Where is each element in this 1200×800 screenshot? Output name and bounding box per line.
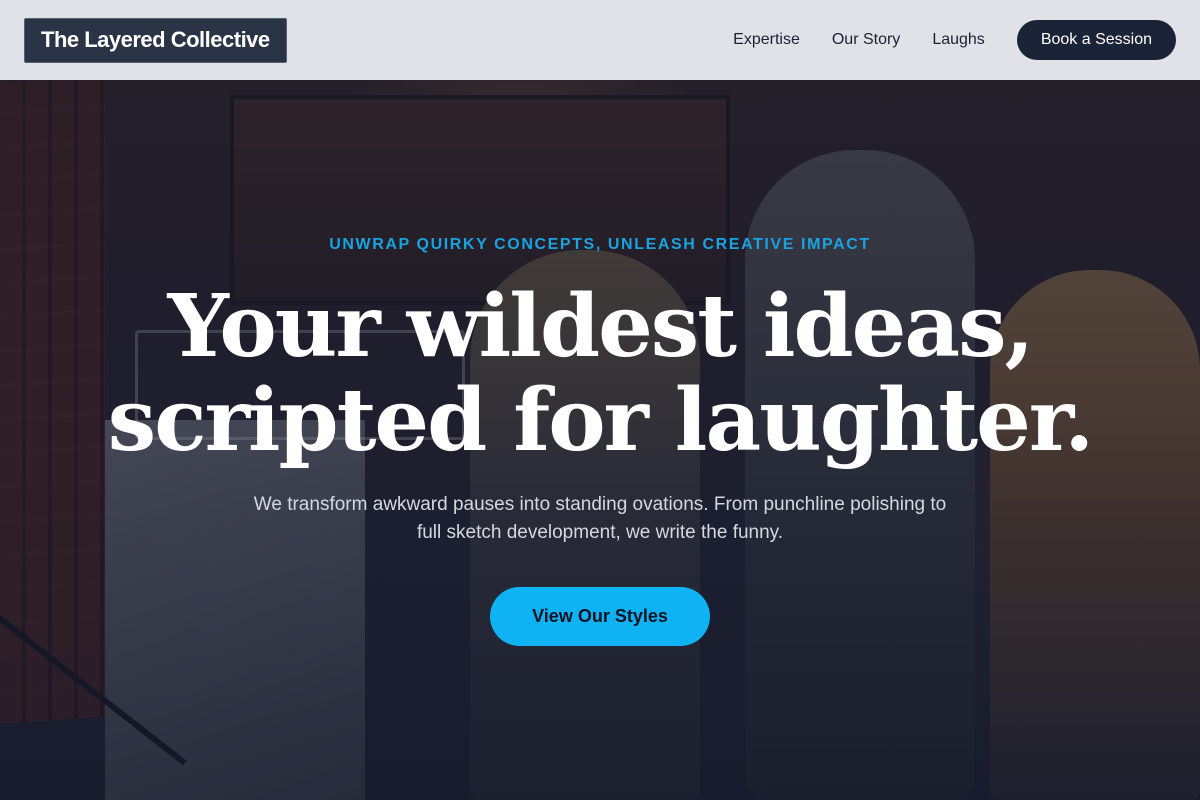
hero-content: UNWRAP QUIRKY CONCEPTS, UNLEASH CREATIVE…: [0, 0, 1200, 800]
hero-headline-line1: Your wildest ideas,: [167, 276, 1035, 377]
hero-headline-line2: scripted for laughter.: [107, 370, 1094, 471]
hero-eyebrow: UNWRAP QUIRKY CONCEPTS, UNLEASH CREATIVE…: [329, 236, 871, 253]
hero-headline: Your wildest ideas, scripted for laughte…: [0, 280, 1200, 468]
hero-subcopy: We transform awkward pauses into standin…: [253, 494, 947, 543]
view-styles-button[interactable]: View Our Styles: [490, 587, 710, 646]
